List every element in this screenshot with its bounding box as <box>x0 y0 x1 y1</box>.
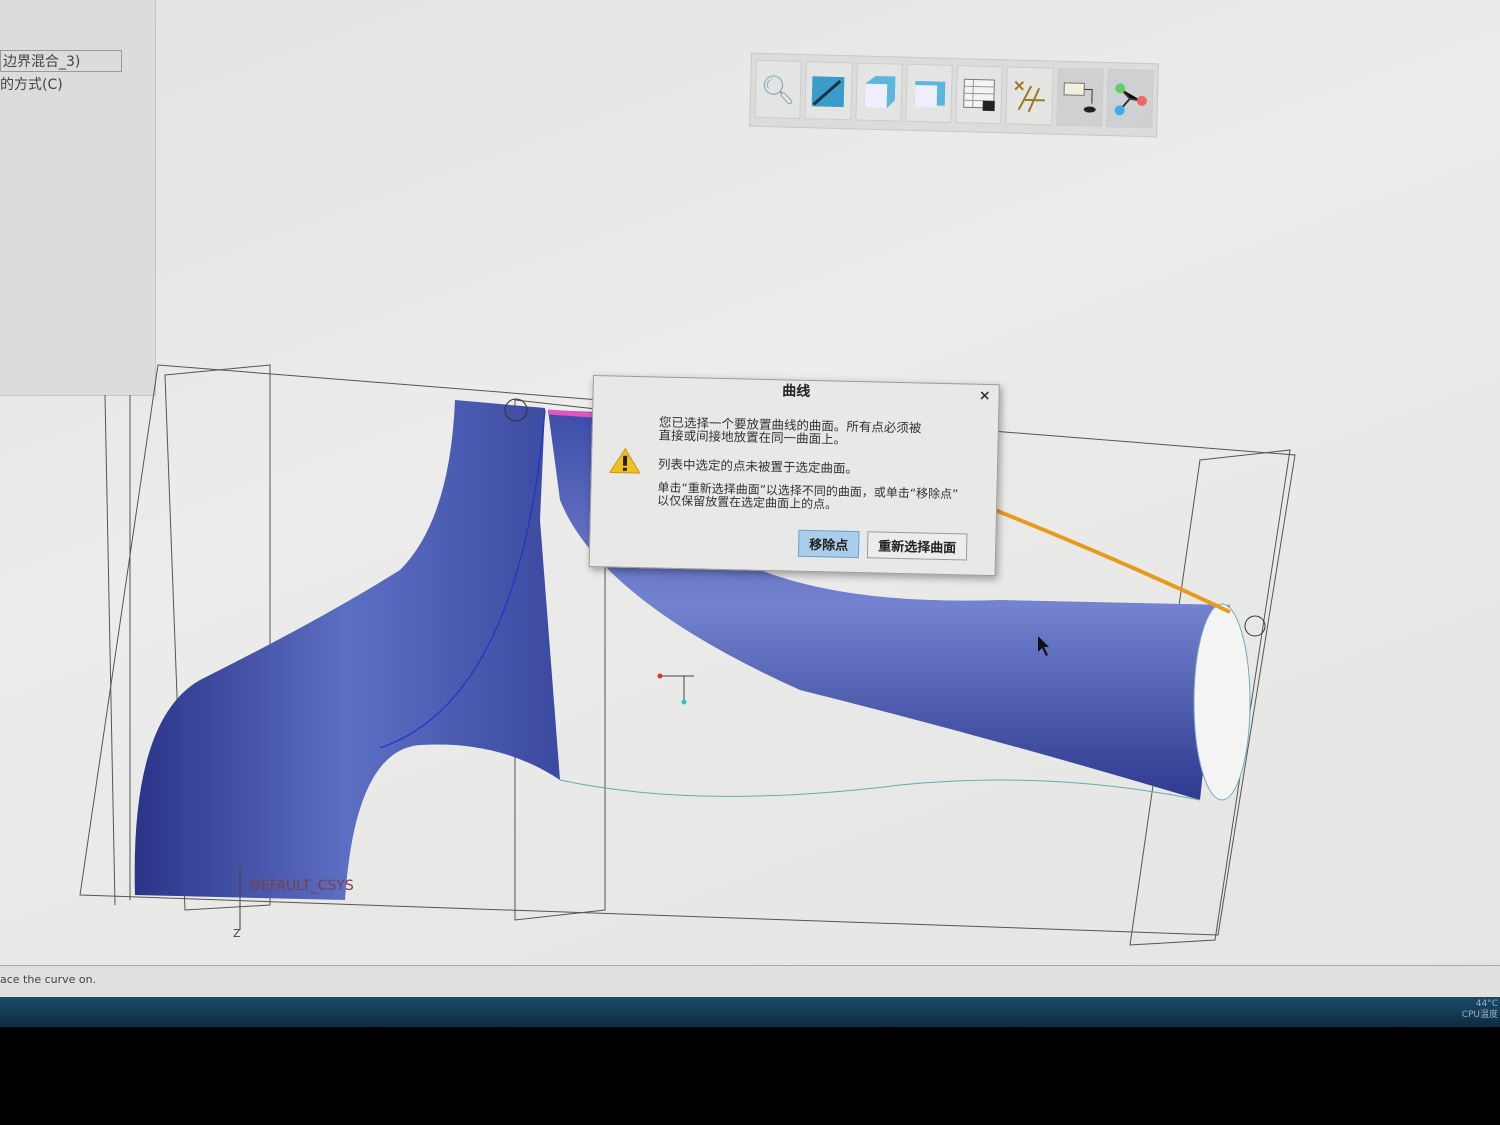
drag-handle <box>1244 615 1266 637</box>
taskbar: 44°C CPU温度 <box>0 997 1500 1027</box>
shading-button[interactable] <box>804 61 853 121</box>
spin-center-icon <box>1114 83 1147 116</box>
dialog-message-3: 单击“重新选择曲面”以选择不同的曲面，或单击“移除点” 以仅保留放置在选定曲面上的… <box>657 480 959 512</box>
annotation-display-button[interactable] <box>1055 67 1104 127</box>
blend-surface-left <box>134 400 560 900</box>
view-manager-button[interactable] <box>955 65 1004 125</box>
app-window: 边界混合_3) 的方式(C) DEFAULT_CSYS Z 🔍︎ 曲线 × 您已… <box>0 0 1500 1027</box>
view-manager-icon <box>963 78 996 112</box>
shaded-edges-icon <box>812 76 845 108</box>
status-bar: ace the curve on. <box>0 965 1500 998</box>
reselect-surface-button[interactable]: 重新选择曲面 <box>866 531 968 561</box>
display-style-button[interactable] <box>854 62 903 122</box>
datum-display-button[interactable] <box>1005 66 1054 126</box>
display-style-icon <box>864 75 896 109</box>
spin-center-button[interactable] <box>1105 69 1154 129</box>
view-toolbar: 🔍︎ <box>749 52 1159 138</box>
datum-display-icon <box>1014 80 1046 113</box>
close-icon[interactable]: × <box>979 385 991 407</box>
status-message: ace the curve on. <box>0 973 97 986</box>
saved-views-icon <box>914 80 946 108</box>
dialog-message-2: 列表中选定的点未被置于选定曲面。 <box>657 456 859 477</box>
zoom-button[interactable]: 🔍︎ <box>754 59 803 119</box>
selected-curve <box>989 506 1231 614</box>
dialog-message-1: 您已选择一个要放置曲线的曲面。所有点必须被 直接或间接地放置在同一曲面上。 <box>658 414 922 447</box>
remove-points-button[interactable]: 移除点 <box>797 529 860 559</box>
warning-icon <box>608 447 641 474</box>
system-tray: 44°C CPU温度 <box>1461 999 1498 1020</box>
zoom-icon: 🔍︎ <box>760 72 797 107</box>
csys-marker <box>657 673 694 705</box>
annotation-display-icon <box>1063 82 1096 113</box>
curve-warning-dialog: 曲线 × 您已选择一个要放置曲线的曲面。所有点必须被 直接或间接地放置在同一曲面上。… <box>588 375 1000 577</box>
csys-label: DEFAULT_CSYS <box>250 878 354 894</box>
axis-label: Z <box>233 927 241 940</box>
saved-views-button[interactable] <box>905 63 953 123</box>
